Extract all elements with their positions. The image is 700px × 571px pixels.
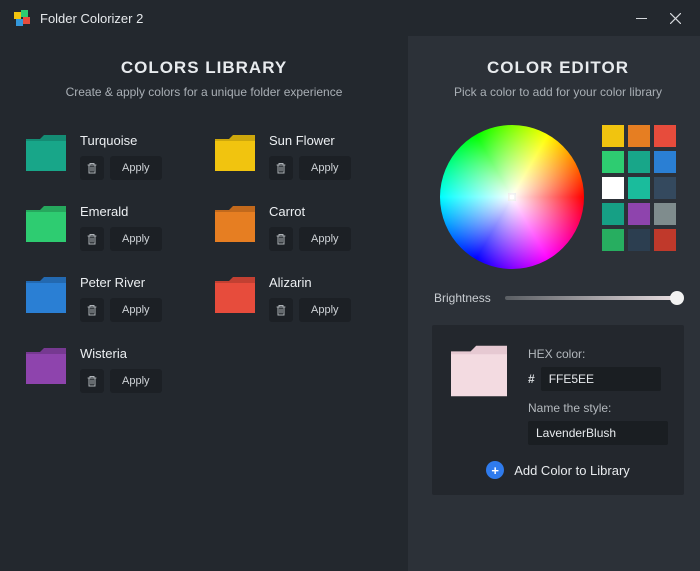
folder-icon [24,204,68,244]
delete-color-button[interactable] [269,227,293,251]
plus-icon: + [486,461,504,479]
color-preview-box: HEX color: # Name the style: + Add Color… [432,325,684,495]
trash-icon [275,304,287,316]
swatch[interactable] [654,203,676,225]
color-wheel-picker-icon[interactable] [508,193,516,201]
library-heading: COLORS LIBRARY [24,58,384,78]
swatch[interactable] [654,151,676,173]
swatch[interactable] [654,177,676,199]
delete-color-button[interactable] [80,227,104,251]
swatch[interactable] [628,177,650,199]
delete-color-button[interactable] [80,298,104,322]
folder-preview-icon [448,343,510,399]
add-color-label: Add Color to Library [514,463,630,478]
folder-icon [213,133,257,173]
minimize-button[interactable] [624,4,658,32]
library-item-name: Wisteria [80,346,162,361]
swatch[interactable] [628,203,650,225]
brightness-label: Brightness [434,291,491,305]
hex-label: HEX color: [528,347,668,361]
folder-icon [24,346,68,386]
editor-heading: COLOR EDITOR [432,58,684,78]
library-item-name: Alizarin [269,275,351,290]
apply-color-button[interactable]: Apply [299,298,351,322]
trash-icon [86,304,98,316]
swatch[interactable] [628,125,650,147]
color-editor-panel: COLOR EDITOR Pick a color to add for you… [408,36,700,571]
library-item: Turquoise Apply [24,133,195,180]
trash-icon [275,233,287,245]
library-item-name: Carrot [269,204,351,219]
swatch[interactable] [654,229,676,251]
color-wheel[interactable] [440,125,584,269]
swatch-palette [602,125,676,251]
library-item: Alizarin Apply [213,275,384,322]
delete-color-button[interactable] [269,298,293,322]
add-color-button[interactable]: + Add Color to Library [448,461,668,479]
trash-icon [86,162,98,174]
style-name-label: Name the style: [528,401,668,415]
colors-library-panel: COLORS LIBRARY Create & apply colors for… [0,36,408,571]
apply-color-button[interactable]: Apply [299,227,351,251]
swatch[interactable] [628,229,650,251]
folder-icon [24,275,68,315]
trash-icon [86,375,98,387]
library-item: Wisteria Apply [24,346,195,393]
swatch[interactable] [602,151,624,173]
apply-color-button[interactable]: Apply [110,369,162,393]
close-button[interactable] [658,4,692,32]
brightness-slider[interactable] [505,296,682,300]
style-name-input[interactable] [528,421,668,445]
library-item-name: Emerald [80,204,162,219]
swatch[interactable] [602,177,624,199]
trash-icon [275,162,287,174]
delete-color-button[interactable] [80,156,104,180]
apply-color-button[interactable]: Apply [110,227,162,251]
library-item: Carrot Apply [213,204,384,251]
folder-icon [24,133,68,173]
swatch[interactable] [628,151,650,173]
swatch[interactable] [602,125,624,147]
delete-color-button[interactable] [80,369,104,393]
hash-icon: # [528,372,535,386]
folder-icon [213,204,257,244]
hex-input[interactable] [541,367,661,391]
library-item-name: Turquoise [80,133,162,148]
app-title: Folder Colorizer 2 [40,11,143,26]
editor-subtitle: Pick a color to add for your color libra… [432,85,684,99]
library-subtitle: Create & apply colors for a unique folde… [24,85,384,99]
library-item: Sun Flower Apply [213,133,384,180]
swatch[interactable] [602,229,624,251]
apply-color-button[interactable]: Apply [110,156,162,180]
app-logo-icon [14,10,30,26]
folder-icon [213,275,257,315]
library-item: Emerald Apply [24,204,195,251]
library-item-name: Sun Flower [269,133,351,148]
apply-color-button[interactable]: Apply [110,298,162,322]
library-item-name: Peter River [80,275,162,290]
trash-icon [86,233,98,245]
library-item: Peter River Apply [24,275,195,322]
swatch[interactable] [654,125,676,147]
swatch[interactable] [602,203,624,225]
delete-color-button[interactable] [269,156,293,180]
apply-color-button[interactable]: Apply [299,156,351,180]
titlebar: Folder Colorizer 2 [0,0,700,36]
brightness-thumb[interactable] [670,291,684,305]
